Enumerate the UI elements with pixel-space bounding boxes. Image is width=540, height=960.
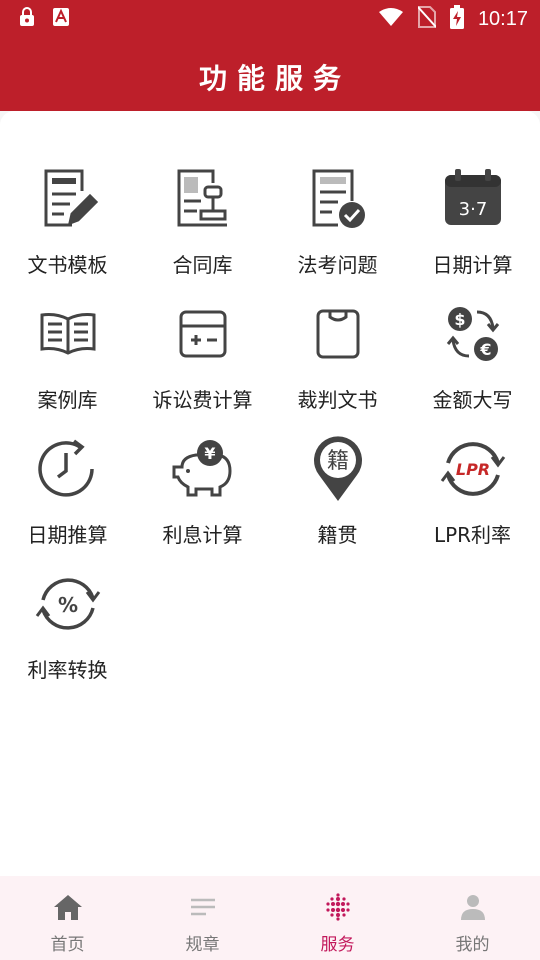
lpr-cycle-icon: LPR [437,433,509,505]
service-label: 日期推算 [27,523,108,547]
tab-label: 我的 [455,935,490,955]
service-contract-library[interactable]: 合同库 [135,161,270,296]
service-amount-uppercase[interactable]: $ € 金额大写 [405,296,540,431]
tab-profile[interactable]: 我的 [405,876,540,960]
status-bar: 10:17 [0,0,540,36]
service-native-place[interactable]: 籍 籍贯 [270,431,405,566]
service-litigation-fee[interactable]: 诉讼费计算 [135,296,270,431]
service-date-calculation[interactable]: 3·7 日期计算 [405,161,540,296]
page-title: 功能服务 [198,62,351,95]
battery-charging-icon [449,5,464,33]
document-edit-icon [32,163,104,235]
contract-stamp-icon [167,163,239,235]
service-label: 法考问题 [297,253,378,277]
service-label: 日期计算 [432,253,513,277]
tab-services[interactable]: 服务 [270,876,405,960]
services-panel: 文书模板 合同库 法考问题 3·7 日期计算 案例库 诉讼费计算 裁判文书 $ … [0,111,540,876]
calculator-icon [167,298,239,370]
tab-home[interactable]: 首页 [0,876,135,960]
calendar-icon-text: 3·7 [458,199,487,220]
currency-exchange-icon: $ € [437,298,509,370]
calendar-icon: 3·7 [437,163,509,235]
euro-symbol: € [479,340,491,359]
document-check-icon [302,163,374,235]
services-grid: 文书模板 合同库 法考问题 3·7 日期计算 案例库 诉讼费计算 裁判文书 $ … [0,161,540,701]
yen-symbol: ¥ [204,444,215,463]
service-judgment-documents[interactable]: 裁判文书 [270,296,405,431]
service-label: 金额大写 [432,388,513,412]
service-label: 文书模板 [27,253,108,277]
service-label: 案例库 [37,388,98,412]
list-icon [186,890,220,924]
lpr-text: LPR [455,460,489,479]
bottom-tab-bar: 首页 规章 服务 我的 [0,876,540,960]
service-label: LPR利率 [433,523,512,547]
dots-grid-icon [321,890,355,924]
service-label: 裁判文书 [297,388,378,412]
home-icon [51,890,85,924]
app-notification-icon [52,7,70,31]
service-label: 诉讼费计算 [152,388,253,412]
service-document-templates[interactable]: 文书模板 [0,161,135,296]
service-exam-questions[interactable]: 法考问题 [270,161,405,296]
percent-text: % [57,593,77,617]
percent-cycle-icon: % [32,568,104,640]
piggy-bank-icon: ¥ [167,433,239,505]
service-label: 利率转换 [27,658,108,682]
service-label: 利息计算 [162,523,243,547]
tab-label: 首页 [50,935,85,955]
clipboard-icon [302,298,374,370]
service-lpr-rate[interactable]: LPR LPR利率 [405,431,540,566]
dollar-symbol: $ [454,310,465,329]
tab-label: 规章 [185,935,220,955]
service-label: 合同库 [172,253,233,277]
clock-forward-icon [32,433,104,505]
security-lock-icon [18,7,36,31]
open-book-icon [32,298,104,370]
person-icon [456,890,490,924]
service-date-projection[interactable]: 日期推算 [0,431,135,566]
header: 10:17 功能服务 [0,0,540,111]
wifi-icon [378,7,404,31]
location-pin-icon: 籍 [302,433,374,505]
pin-text: 籍 [326,449,348,474]
service-rate-conversion[interactable]: % 利率转换 [0,566,135,701]
tab-regulations[interactable]: 规章 [135,876,270,960]
service-interest-calculation[interactable]: ¥ 利息计算 [135,431,270,566]
no-sim-icon [417,6,437,32]
service-case-library[interactable]: 案例库 [0,296,135,431]
status-time: 10:17 [477,7,528,30]
service-label: 籍贯 [317,523,358,547]
tab-label: 服务 [320,935,355,955]
